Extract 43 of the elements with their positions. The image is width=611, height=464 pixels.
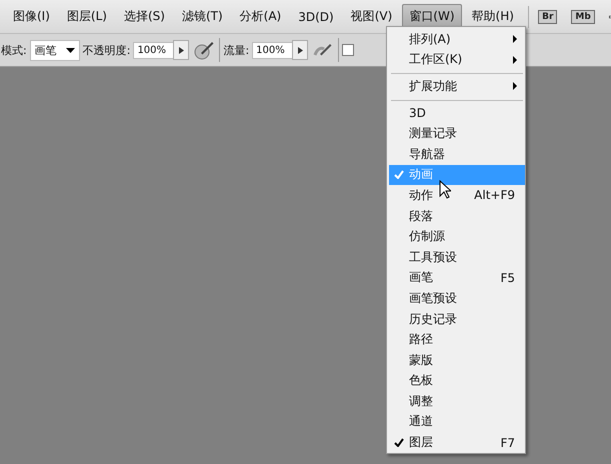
menu-bar-item[interactable]: 视图(V) (344, 4, 400, 29)
menu-item[interactable]: 路径 (389, 329, 525, 350)
menu-bar-item[interactable]: 图层(L) (60, 4, 114, 29)
caret-icon (66, 48, 75, 52)
opacity-label: 不透明度: (82, 42, 130, 58)
menu-item[interactable]: 段落 (389, 206, 525, 226)
menu-item[interactable]: 3D (389, 102, 525, 124)
menu-item[interactable]: 蒙版 (389, 350, 525, 370)
menu-item[interactable]: 仿制源 (389, 226, 525, 247)
menu-bar-item[interactable]: 图像(I) (6, 4, 57, 29)
menu-item[interactable]: 历史记录 (389, 308, 525, 330)
menu-bar-item[interactable]: 滤镜(T) (174, 4, 230, 29)
mode-label: 模式: (1, 42, 27, 58)
flow-field[interactable]: 100% (252, 42, 294, 58)
menu-bar-item[interactable]: 选择(S) (116, 4, 172, 29)
opacity-slider-button[interactable] (173, 40, 190, 60)
mode-dropdown[interactable]: 画笔 (30, 40, 80, 60)
menu-item[interactable]: 动作 Alt+F9 (389, 185, 525, 206)
slider-arrow-icon (178, 46, 184, 54)
app-launch-button[interactable]: Br (538, 10, 558, 24)
menu-item[interactable]: 导航器 (389, 144, 525, 165)
menu-item[interactable]: 画笔预设 (389, 288, 525, 309)
menu-bar-item[interactable]: 3D(D) (291, 6, 341, 28)
menu-item[interactable]: 调整 (389, 391, 525, 412)
app-launch-button[interactable]: Mb (571, 10, 595, 24)
menu-item[interactable]: 通道 (389, 412, 525, 432)
menu-item[interactable]: 排列(A) (389, 29, 525, 50)
slider-arrow-icon (298, 46, 303, 54)
menu-item[interactable]: 测量记录 (389, 123, 525, 144)
menu-bar-item[interactable]: 帮助(H) (464, 4, 521, 29)
checkbox[interactable] (342, 44, 354, 56)
opacity-field[interactable]: 100% (133, 42, 176, 58)
menu-item[interactable]: 扩展功能 (389, 76, 525, 97)
brush-icon[interactable] (193, 39, 216, 61)
menu-item[interactable]: 画笔 F5 (389, 268, 525, 288)
menu-bar-item[interactable]: 分析(A) (232, 4, 288, 29)
menu-item[interactable]: 工作区(K) (389, 50, 525, 70)
menu-item[interactable]: 图层 F7 (389, 432, 525, 453)
menu-item[interactable]: 工具预设 (389, 246, 525, 268)
flow-slider-button[interactable] (292, 40, 308, 60)
mouse-cursor-icon (439, 180, 451, 199)
menu-item[interactable]: 色板 (389, 370, 525, 392)
flow-label: 流量: (223, 42, 250, 58)
